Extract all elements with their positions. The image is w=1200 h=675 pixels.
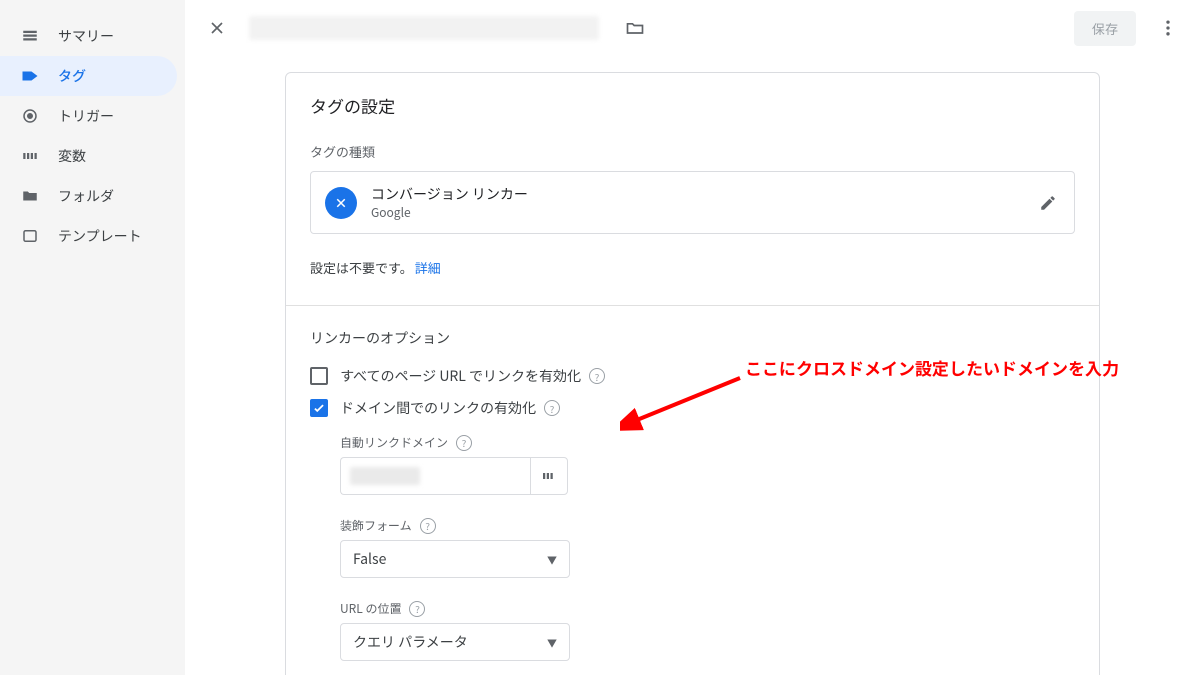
options-title: リンカーのオプション [286, 306, 1099, 360]
sidebar-item-folders[interactable]: フォルダ [0, 176, 177, 216]
help-icon[interactable]: ? [544, 400, 560, 416]
template-icon [20, 226, 40, 246]
card-title: タグの設定 [286, 73, 1099, 128]
chevron-down-icon: ▼ [547, 552, 557, 567]
close-button[interactable] [197, 8, 237, 48]
sidebar-item-triggers[interactable]: トリガー [0, 96, 177, 136]
conversion-linker-icon [325, 187, 357, 219]
scroll-area[interactable]: タグの設定 タグの種類 コンバージョン リンカー Google 設定は不要です。… [185, 56, 1200, 675]
more-menu-button[interactable] [1148, 8, 1188, 48]
sidebar: サマリー タグ トリガー 変数 フォルダ テンプレート [0, 0, 185, 675]
crossdomain-options: 自動リンクドメイン ? 装飾フォーム ? F [286, 434, 1099, 675]
folder-button[interactable] [615, 8, 655, 48]
info-line: 設定は不要です。詳細 [286, 242, 1099, 297]
type-label: タグの種類 [286, 128, 1099, 165]
info-link[interactable]: 詳細 [415, 258, 441, 277]
main-panel: 保存 タグの設定 タグの種類 コンバージョン リンカー Google [185, 0, 1200, 675]
sidebar-label: フォルダ [58, 186, 114, 206]
sidebar-item-templates[interactable]: テンプレート [0, 216, 177, 256]
variable-picker-button[interactable] [530, 457, 568, 495]
chevron-down-icon: ▼ [547, 635, 557, 650]
edit-type-button[interactable] [1036, 191, 1060, 215]
sidebar-label: テンプレート [58, 226, 142, 246]
decorate-label: 装飾フォーム ? [340, 517, 1099, 534]
sidebar-label: トリガー [58, 106, 114, 126]
chk-label: すべてのページ URL でリンクを有効化 [340, 366, 581, 386]
help-icon[interactable]: ? [409, 601, 425, 617]
autolink-domain-input[interactable] [340, 457, 530, 495]
dashboard-icon [20, 26, 40, 46]
checkbox-all-pages[interactable]: すべてのページ URL でリンクを有効化 ? [286, 360, 1099, 392]
variables-icon [20, 146, 40, 166]
select-value: False [353, 549, 386, 569]
topbar: 保存 [185, 0, 1200, 56]
checkbox-checked-icon [310, 399, 328, 417]
folder-icon [20, 186, 40, 206]
tag-config-card: タグの設定 タグの種類 コンバージョン リンカー Google 設定は不要です。… [285, 72, 1100, 675]
checkbox-icon [310, 367, 328, 385]
sidebar-item-tags[interactable]: タグ [0, 56, 177, 96]
info-text: 設定は不要です。 [310, 258, 413, 277]
sidebar-item-summary[interactable]: サマリー [0, 16, 177, 56]
autolink-label: 自動リンクドメイン ? [340, 434, 1099, 451]
sidebar-label: タグ [58, 66, 86, 86]
chk-label: ドメイン間でのリンクの有効化 [340, 398, 536, 418]
select-value: クエリ パラメータ [353, 632, 468, 652]
urlpos-label: URL の位置 ? [340, 600, 1099, 617]
help-icon[interactable]: ? [589, 368, 605, 384]
sidebar-label: 変数 [58, 146, 86, 166]
urlpos-select[interactable]: クエリ パラメータ ▼ [340, 623, 570, 661]
type-name: コンバージョン リンカー [371, 184, 528, 204]
tag-icon [20, 66, 40, 86]
type-vendor: Google [371, 204, 528, 221]
sidebar-label: サマリー [58, 26, 114, 46]
trigger-icon [20, 106, 40, 126]
decorate-select[interactable]: False ▼ [340, 540, 570, 578]
help-icon[interactable]: ? [456, 435, 472, 451]
tag-title-redacted [249, 16, 599, 40]
tag-type-row[interactable]: コンバージョン リンカー Google [310, 171, 1075, 234]
checkbox-cross-domain[interactable]: ドメイン間でのリンクの有効化 ? [286, 392, 1099, 424]
sidebar-item-variables[interactable]: 変数 [0, 136, 177, 176]
save-button[interactable]: 保存 [1074, 11, 1136, 46]
help-icon[interactable]: ? [420, 518, 436, 534]
